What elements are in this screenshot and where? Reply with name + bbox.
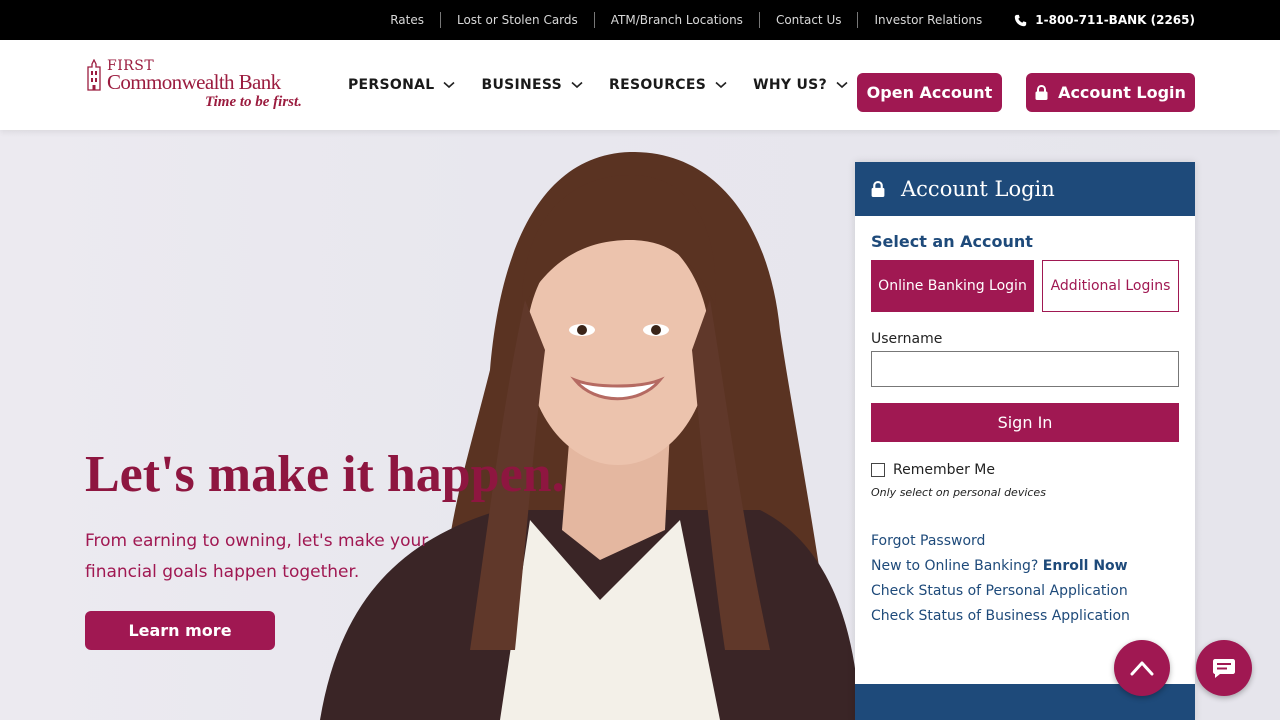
nav-personal-label: PERSONAL [348, 77, 435, 93]
remember-me-label[interactable]: Remember Me [893, 462, 995, 478]
building-icon [87, 59, 101, 91]
utility-link-investor[interactable]: Investor Relations [857, 12, 998, 28]
nav-business-label: BUSINESS [481, 77, 563, 93]
nav-resources-label: RESOURCES [609, 77, 707, 93]
phone-icon [1015, 14, 1027, 26]
phone-link[interactable]: 1-800-711-BANK (2265) [998, 13, 1195, 27]
logo[interactable]: FIRST Commonwealth Bank Time to be first… [85, 58, 307, 114]
utility-link-locations[interactable]: ATM/Branch Locations [593, 12, 759, 28]
back-to-top-button[interactable] [1114, 640, 1170, 696]
login-form: Select an Account Online Banking Login A… [855, 216, 1195, 629]
login-panel-header: Account Login [855, 162, 1195, 216]
utility-link-lost-cards[interactable]: Lost or Stolen Cards [439, 12, 594, 28]
account-login-button[interactable]: Account Login [1026, 73, 1195, 112]
login-panel-title: Account Login [901, 177, 1055, 201]
open-account-button[interactable]: Open Account [857, 73, 1002, 112]
lock-icon [1035, 85, 1048, 100]
username-label: Username [871, 331, 943, 347]
nav-business[interactable]: BUSINESS [481, 77, 583, 93]
main-nav: PERSONAL BUSINESS RESOURCES WHY US? [348, 40, 887, 130]
enroll-now-link[interactable]: Enroll Now [1043, 558, 1128, 574]
chat-button[interactable] [1196, 640, 1252, 696]
remember-me: Remember Me [871, 462, 1179, 478]
remember-me-checkbox[interactable] [871, 463, 885, 477]
learn-more-button[interactable]: Learn more [85, 611, 275, 650]
login-panel: Account Login Select an Account Online B… [855, 162, 1195, 720]
chevron-down-icon [715, 81, 727, 89]
chat-icon [1213, 659, 1235, 678]
sign-in-button[interactable]: Sign In [871, 403, 1179, 442]
nav-resources[interactable]: RESOURCES [609, 77, 727, 93]
login-links: Forgot Password New to Online Banking? E… [871, 529, 1179, 629]
utility-link-contact[interactable]: Contact Us [758, 12, 858, 28]
nav-why-us[interactable]: WHY US? [753, 77, 848, 93]
select-account-label: Select an Account [871, 232, 1033, 251]
utility-link-rates[interactable]: Rates [374, 12, 440, 28]
phone-number: 1-800-711-BANK (2265) [1035, 13, 1195, 27]
site-header: FIRST Commonwealth Bank Time to be first… [0, 40, 1280, 130]
utility-links: Rates Lost or Stolen Cards ATM/Branch Lo… [374, 0, 1195, 40]
logo-name: Commonwealth Bank [107, 70, 281, 94]
chevron-down-icon [443, 81, 456, 89]
forgot-password-link[interactable]: Forgot Password [871, 529, 1179, 554]
tab-online-banking-login[interactable]: Online Banking Login [871, 260, 1034, 312]
chevron-down-icon [571, 81, 583, 89]
nav-personal[interactable]: PERSONAL [348, 77, 456, 93]
username-input[interactable] [871, 351, 1179, 387]
tab-additional-logins[interactable]: Additional Logins [1042, 260, 1179, 312]
nav-why-us-label: WHY US? [753, 77, 827, 93]
account-tabs: Online Banking Login Additional Logins [871, 260, 1179, 312]
new-to-online-banking-text: New to Online Banking? [871, 558, 1039, 574]
hero-subtitle: From earning to owning, let's make your … [85, 531, 429, 582]
personal-application-status-link[interactable]: Check Status of Personal Application [871, 579, 1179, 604]
logo-tagline: Time to be first. [205, 94, 302, 110]
arrow-up-icon [1130, 661, 1154, 676]
account-login-label: Account Login [1058, 83, 1186, 102]
hero-title: Let's make it happen. [85, 446, 565, 503]
utility-bar: Rates Lost or Stolen Cards ATM/Branch Lo… [0, 0, 1280, 40]
enroll-row: New to Online Banking? Enroll Now [871, 554, 1179, 579]
remember-me-note: Only select on personal devices [871, 486, 1046, 499]
lock-icon [871, 181, 885, 197]
chevron-down-icon [836, 81, 848, 89]
hero-photo [320, 151, 860, 720]
business-application-status-link[interactable]: Check Status of Business Application [871, 604, 1179, 629]
